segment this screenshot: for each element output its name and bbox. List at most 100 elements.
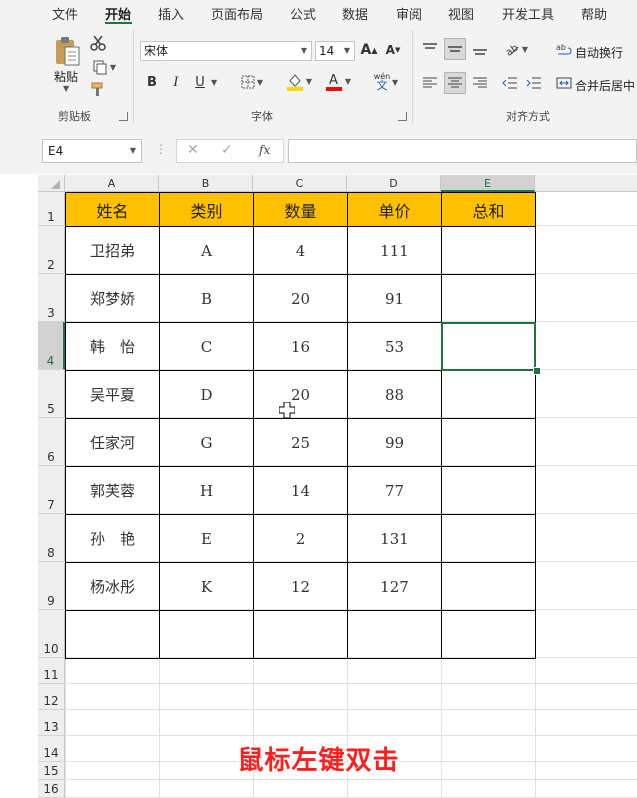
decrease-indent-icon[interactable] — [500, 73, 520, 93]
table-cell[interactable]: D — [159, 370, 254, 419]
underline-button[interactable]: U — [191, 72, 209, 92]
table-cell[interactable] — [441, 370, 536, 419]
table-cell[interactable]: 2 — [253, 514, 348, 563]
table-cell[interactable]: A — [159, 226, 254, 275]
fill-color-icon[interactable]: ▼ — [281, 70, 317, 92]
align-bottom-icon[interactable] — [470, 39, 490, 59]
align-top-icon[interactable] — [420, 39, 440, 59]
wrap-text-icon[interactable]: ab — [555, 39, 573, 59]
table-cell[interactable] — [441, 466, 536, 515]
column-header-f[interactable] — [535, 175, 637, 192]
formula-input[interactable] — [288, 139, 637, 163]
table-cell[interactable] — [441, 562, 536, 611]
row-header-9[interactable]: 9 — [38, 562, 65, 610]
table-cell[interactable]: 16 — [253, 322, 348, 371]
font-color-icon[interactable]: A ▼ — [320, 70, 356, 92]
row-header-5[interactable]: 5 — [38, 370, 65, 418]
column-header-a[interactable]: A — [65, 175, 159, 192]
table-cell[interactable]: 杨冰彤 — [65, 562, 160, 611]
font-launcher-icon[interactable] — [398, 112, 407, 121]
tab-insert[interactable]: 插入 — [158, 4, 184, 23]
tab-page-layout[interactable]: 页面布局 — [211, 4, 263, 23]
table-cell[interactable]: G — [159, 418, 254, 467]
fill-handle[interactable] — [533, 367, 541, 375]
align-center-icon[interactable] — [444, 72, 466, 94]
table-cell[interactable]: 任家河 — [65, 418, 160, 467]
table-cell[interactable]: 14 — [253, 466, 348, 515]
cut-icon[interactable] — [89, 34, 107, 52]
header-cell[interactable]: 类别 — [159, 192, 254, 227]
paste-icon[interactable] — [52, 34, 82, 68]
align-right-icon[interactable] — [470, 73, 490, 93]
table-cell[interactable]: 111 — [347, 226, 442, 275]
paste-caret[interactable]: ▼ — [63, 84, 69, 93]
format-painter-icon[interactable] — [89, 80, 107, 98]
enter-icon[interactable]: ✓ — [221, 142, 233, 158]
chevron-down-icon[interactable]: ▼ — [130, 140, 136, 162]
cancel-icon[interactable]: ✕ — [187, 142, 199, 158]
table-cell[interactable] — [253, 610, 348, 659]
name-box[interactable]: E4 ▼ — [42, 139, 142, 163]
table-cell[interactable]: 吴平夏 — [65, 370, 160, 419]
column-header-c[interactable]: C — [253, 175, 347, 192]
tab-help[interactable]: 帮助 — [581, 4, 607, 23]
table-cell[interactable]: E — [159, 514, 254, 563]
table-cell[interactable] — [65, 610, 160, 659]
table-cell[interactable] — [441, 226, 536, 275]
table-cell[interactable]: 91 — [347, 274, 442, 323]
row-header-3[interactable]: 3 — [38, 274, 65, 322]
header-cell[interactable]: 总和 — [441, 192, 536, 227]
row-header-12[interactable]: 12 — [38, 684, 65, 710]
header-cell[interactable]: 数量 — [253, 192, 348, 227]
table-cell[interactable]: B — [159, 274, 254, 323]
merge-center-icon[interactable] — [555, 73, 573, 93]
table-cell[interactable]: H — [159, 466, 254, 515]
table-cell[interactable]: 卫招弟 — [65, 226, 160, 275]
table-cell[interactable]: 127 — [347, 562, 442, 611]
header-cell[interactable]: 姓名 — [65, 192, 160, 227]
align-left-icon[interactable] — [420, 73, 440, 93]
increase-indent-icon[interactable] — [524, 73, 544, 93]
more-options-icon[interactable]: ⋮ — [155, 142, 167, 156]
tab-file[interactable]: 文件 — [52, 4, 78, 23]
table-cell[interactable]: 郭芙蓉 — [65, 466, 160, 515]
row-header-13[interactable]: 13 — [38, 710, 65, 736]
row-header-8[interactable]: 8 — [38, 514, 65, 562]
tab-developer[interactable]: 开发工具 — [502, 4, 554, 23]
underline-caret[interactable]: ▼ — [211, 78, 217, 87]
wrap-text-label[interactable]: 自动换行 — [575, 44, 623, 61]
table-cell[interactable]: C — [159, 322, 254, 371]
row-header-2[interactable]: 2 — [38, 226, 65, 274]
tab-view[interactable]: 视图 — [448, 4, 474, 23]
table-cell[interactable]: 4 — [253, 226, 348, 275]
table-cell[interactable] — [441, 418, 536, 467]
table-cell[interactable]: 孙 艳 — [65, 514, 160, 563]
table-cell[interactable] — [441, 274, 536, 323]
column-header-b[interactable]: B — [159, 175, 253, 192]
table-cell[interactable]: 20 — [253, 274, 348, 323]
table-cell[interactable]: 郑梦娇 — [65, 274, 160, 323]
phonetic-caret[interactable]: ▼ — [392, 78, 398, 87]
tab-home[interactable]: 开始 — [105, 4, 131, 23]
table-cell[interactable]: 99 — [347, 418, 442, 467]
tab-formulas[interactable]: 公式 — [290, 4, 316, 23]
table-cell[interactable]: 77 — [347, 466, 442, 515]
table-cell[interactable]: 25 — [253, 418, 348, 467]
table-cell[interactable] — [441, 514, 536, 563]
table-cell[interactable]: K — [159, 562, 254, 611]
table-cell[interactable] — [347, 610, 442, 659]
row-header-10[interactable]: 10 — [38, 610, 65, 658]
row-header-4[interactable]: 4 — [38, 322, 65, 370]
column-header-e[interactable]: E — [441, 175, 535, 192]
borders-icon[interactable]: ▼ — [236, 72, 268, 92]
row-header-7[interactable]: 7 — [38, 466, 65, 514]
bold-button[interactable]: B — [143, 72, 161, 92]
table-cell[interactable]: 20 — [253, 370, 348, 419]
italic-button[interactable]: I — [167, 72, 185, 92]
table-cell[interactable] — [441, 610, 536, 659]
copy-icon[interactable]: ▼ — [89, 58, 119, 76]
font-size-dropdown[interactable]: 14 ▼ — [315, 41, 355, 61]
insert-function-icon[interactable]: fx — [259, 143, 270, 157]
tab-review[interactable]: 审阅 — [396, 4, 422, 23]
table-cell[interactable]: 韩 怡 — [65, 322, 160, 371]
